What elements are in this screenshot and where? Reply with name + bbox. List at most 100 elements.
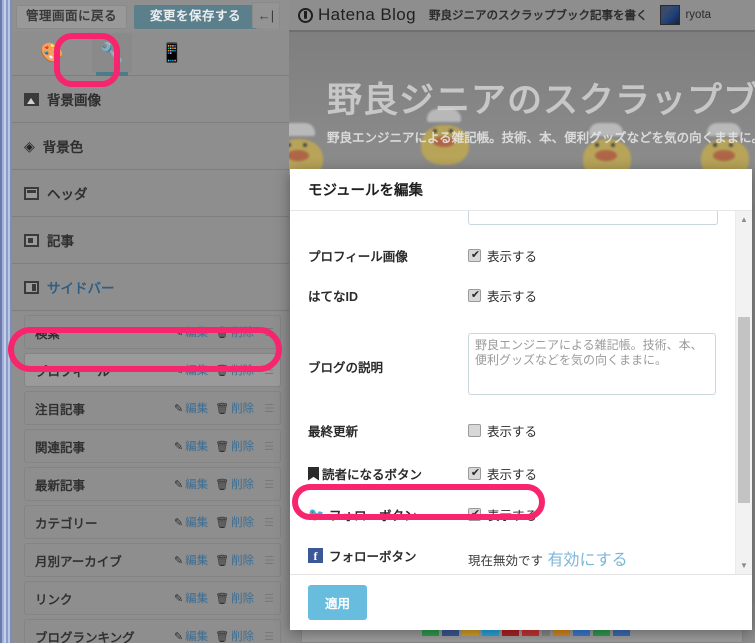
edit-module-button[interactable]: ✎ 編集: [174, 590, 208, 606]
module-actions: ✎ 編集 🗑 削除 ☰: [174, 628, 274, 643]
delete-module-button[interactable]: 🗑 削除: [215, 552, 254, 568]
drag-handle-icon[interactable]: ☰: [264, 440, 274, 453]
profile-image-checkbox[interactable]: 表示する: [468, 246, 735, 265]
edit-module-button[interactable]: ✎ 編集: [174, 324, 208, 340]
pencil-icon: ✎: [173, 440, 184, 453]
delete-module-button[interactable]: 🗑 削除: [215, 438, 254, 454]
write-entry-link[interactable]: 野良ジニアのスクラップブック記事を書く: [429, 7, 648, 23]
last-updated-checkbox[interactable]: 表示する: [468, 421, 735, 440]
edit-module-button[interactable]: ✎ 編集: [174, 476, 208, 492]
module-actions: ✎ 編集 🗑 削除 ☰: [174, 438, 274, 454]
blog-description-label: ブログの説明: [308, 361, 384, 375]
delete-module-button[interactable]: 🗑 削除: [215, 590, 254, 606]
delete-label: 削除: [231, 555, 255, 567]
drag-handle-icon[interactable]: ☰: [264, 402, 274, 415]
module-row-profile[interactable]: プロフィール ✎ 編集 🗑 削除 ☰: [24, 353, 281, 387]
drag-handle-icon[interactable]: ☰: [264, 516, 274, 529]
module-row-related[interactable]: 関連記事 ✎ 編集 🗑 削除 ☰: [24, 429, 281, 463]
module-row-featured[interactable]: 注目記事 ✎ 編集 🗑 削除 ☰: [24, 391, 281, 425]
checkbox-label: 表示する: [487, 290, 538, 304]
edit-label: 編集: [185, 365, 209, 377]
apply-button[interactable]: 適用: [308, 585, 368, 620]
smartphone-tab[interactable]: 📱: [152, 33, 192, 73]
clipped-text-input[interactable]: [468, 211, 718, 225]
dialog-scrollbar[interactable]: ▲ ▼: [735, 211, 752, 574]
hatena-mark-icon: [298, 7, 313, 23]
drag-handle-icon[interactable]: ☰: [264, 364, 274, 377]
edit-module-dialog: モジュールを編集 プロフィール画像 表示する: [290, 169, 752, 630]
delete-module-button[interactable]: 🗑 削除: [215, 400, 254, 416]
module-row-latest[interactable]: 最新記事 ✎ 編集 🗑 削除 ☰: [24, 467, 281, 501]
edit-label: 編集: [185, 631, 209, 643]
hatena-global-header: Hatena Blog 野良ジニアのスクラップブック記事を書く ryota: [289, 0, 755, 32]
blog-description-textarea[interactable]: 野良エンジニアによる雑記帳。技術、本、便利グッズなどを気の向くままに。: [468, 333, 716, 395]
drag-handle-icon[interactable]: ☰: [264, 554, 274, 567]
hatena-blog-logo[interactable]: Hatena Blog: [298, 5, 416, 25]
section-background-color[interactable]: ◈ 背景色: [10, 123, 289, 170]
collapse-panel-button[interactable]: ←|: [252, 2, 280, 28]
header-layout-icon: [24, 186, 39, 200]
edit-label: 編集: [185, 593, 209, 605]
scrollbar-thumb[interactable]: [738, 317, 750, 503]
module-row-search[interactable]: 検索 ✎ 編集 🗑 削除 ☰: [24, 315, 281, 349]
scroll-up-button[interactable]: ▲: [736, 211, 752, 228]
editor-tabs: 🎨 🔧 📱: [10, 31, 289, 76]
module-row-link[interactable]: リンク ✎ 編集 🗑 削除 ☰: [24, 581, 281, 615]
browser-scrollbar-edge[interactable]: [0, 0, 12, 643]
module-label: 注目記事: [35, 402, 86, 417]
section-header[interactable]: ヘッダ: [10, 170, 289, 217]
avatar: [660, 5, 681, 25]
edit-label: 編集: [185, 441, 209, 453]
hatena-id-checkbox[interactable]: 表示する: [468, 286, 735, 305]
trash-icon: 🗑: [215, 364, 230, 377]
edit-module-button[interactable]: ✎ 編集: [174, 362, 208, 378]
checkbox-icon: [468, 507, 482, 522]
design-tab[interactable]: 🎨: [32, 33, 72, 73]
module-label: プロフィール: [35, 364, 110, 379]
section-background-image[interactable]: 背景画像: [10, 76, 289, 123]
hatena-id-label: はてなID: [308, 290, 359, 304]
facebook-status-text: 現在無効です: [468, 554, 544, 568]
delete-module-button[interactable]: 🗑 削除: [215, 476, 254, 492]
drag-handle-icon[interactable]: ☰: [264, 326, 274, 339]
module-row-category[interactable]: カテゴリー ✎ 編集 🗑 削除 ☰: [24, 505, 281, 539]
trash-icon: 🗑: [215, 326, 230, 339]
module-row-blog-ranking[interactable]: ブログランキング ✎ 編集 🗑 削除 ☰: [24, 619, 281, 643]
twitter-follow-checkbox[interactable]: 表示する: [468, 505, 735, 524]
pencil-icon: ✎: [173, 592, 184, 605]
delete-module-button[interactable]: 🗑 削除: [215, 362, 254, 378]
module-label: 関連記事: [35, 440, 86, 455]
pencil-icon: ✎: [173, 364, 184, 377]
custom-tab[interactable]: 🔧: [92, 33, 132, 76]
save-changes-button[interactable]: 変更を保存する: [134, 5, 258, 29]
checkbox-label: 表示する: [487, 509, 538, 523]
delete-module-button[interactable]: 🗑 削除: [215, 514, 254, 530]
subscribe-button-label: 読者になるボタン: [308, 464, 468, 483]
section-article[interactable]: 記事: [10, 217, 289, 264]
drag-handle-icon[interactable]: ☰: [264, 630, 274, 643]
edit-module-button[interactable]: ✎ 編集: [174, 514, 208, 530]
scroll-down-button[interactable]: ▼: [736, 557, 752, 574]
module-row-archive[interactable]: 月別アーカイブ ✎ 編集 🗑 削除 ☰: [24, 543, 281, 577]
delete-module-button[interactable]: 🗑 削除: [215, 324, 254, 340]
user-menu[interactable]: ryota: [660, 5, 711, 25]
edit-module-button[interactable]: ✎ 編集: [174, 400, 208, 416]
trash-icon: 🗑: [215, 630, 230, 643]
edit-module-button[interactable]: ✎ 編集: [174, 628, 208, 643]
section-sidebar[interactable]: サイドバー: [10, 264, 289, 311]
module-actions: ✎ 編集 🗑 削除 ☰: [174, 590, 274, 606]
edit-module-button[interactable]: ✎ 編集: [174, 438, 208, 454]
section-label: ヘッダ: [47, 187, 88, 202]
delete-module-button[interactable]: 🗑 削除: [215, 628, 254, 643]
facebook-enable-link[interactable]: 有効にする: [547, 552, 627, 569]
subscribe-button-checkbox[interactable]: 表示する: [468, 464, 735, 483]
checkbox-label: 表示する: [487, 468, 538, 482]
article-layout-icon: [24, 233, 39, 247]
module-label: リンク: [35, 592, 73, 607]
twitter-follow-label: 🐦 フォローボタン: [308, 505, 468, 524]
edit-module-button[interactable]: ✎ 編集: [174, 552, 208, 568]
profile-image-label: プロフィール画像: [308, 250, 408, 264]
drag-handle-icon[interactable]: ☰: [264, 592, 274, 605]
drag-handle-icon[interactable]: ☰: [264, 478, 274, 491]
back-to-admin-button[interactable]: 管理画面に戻る: [16, 5, 128, 29]
